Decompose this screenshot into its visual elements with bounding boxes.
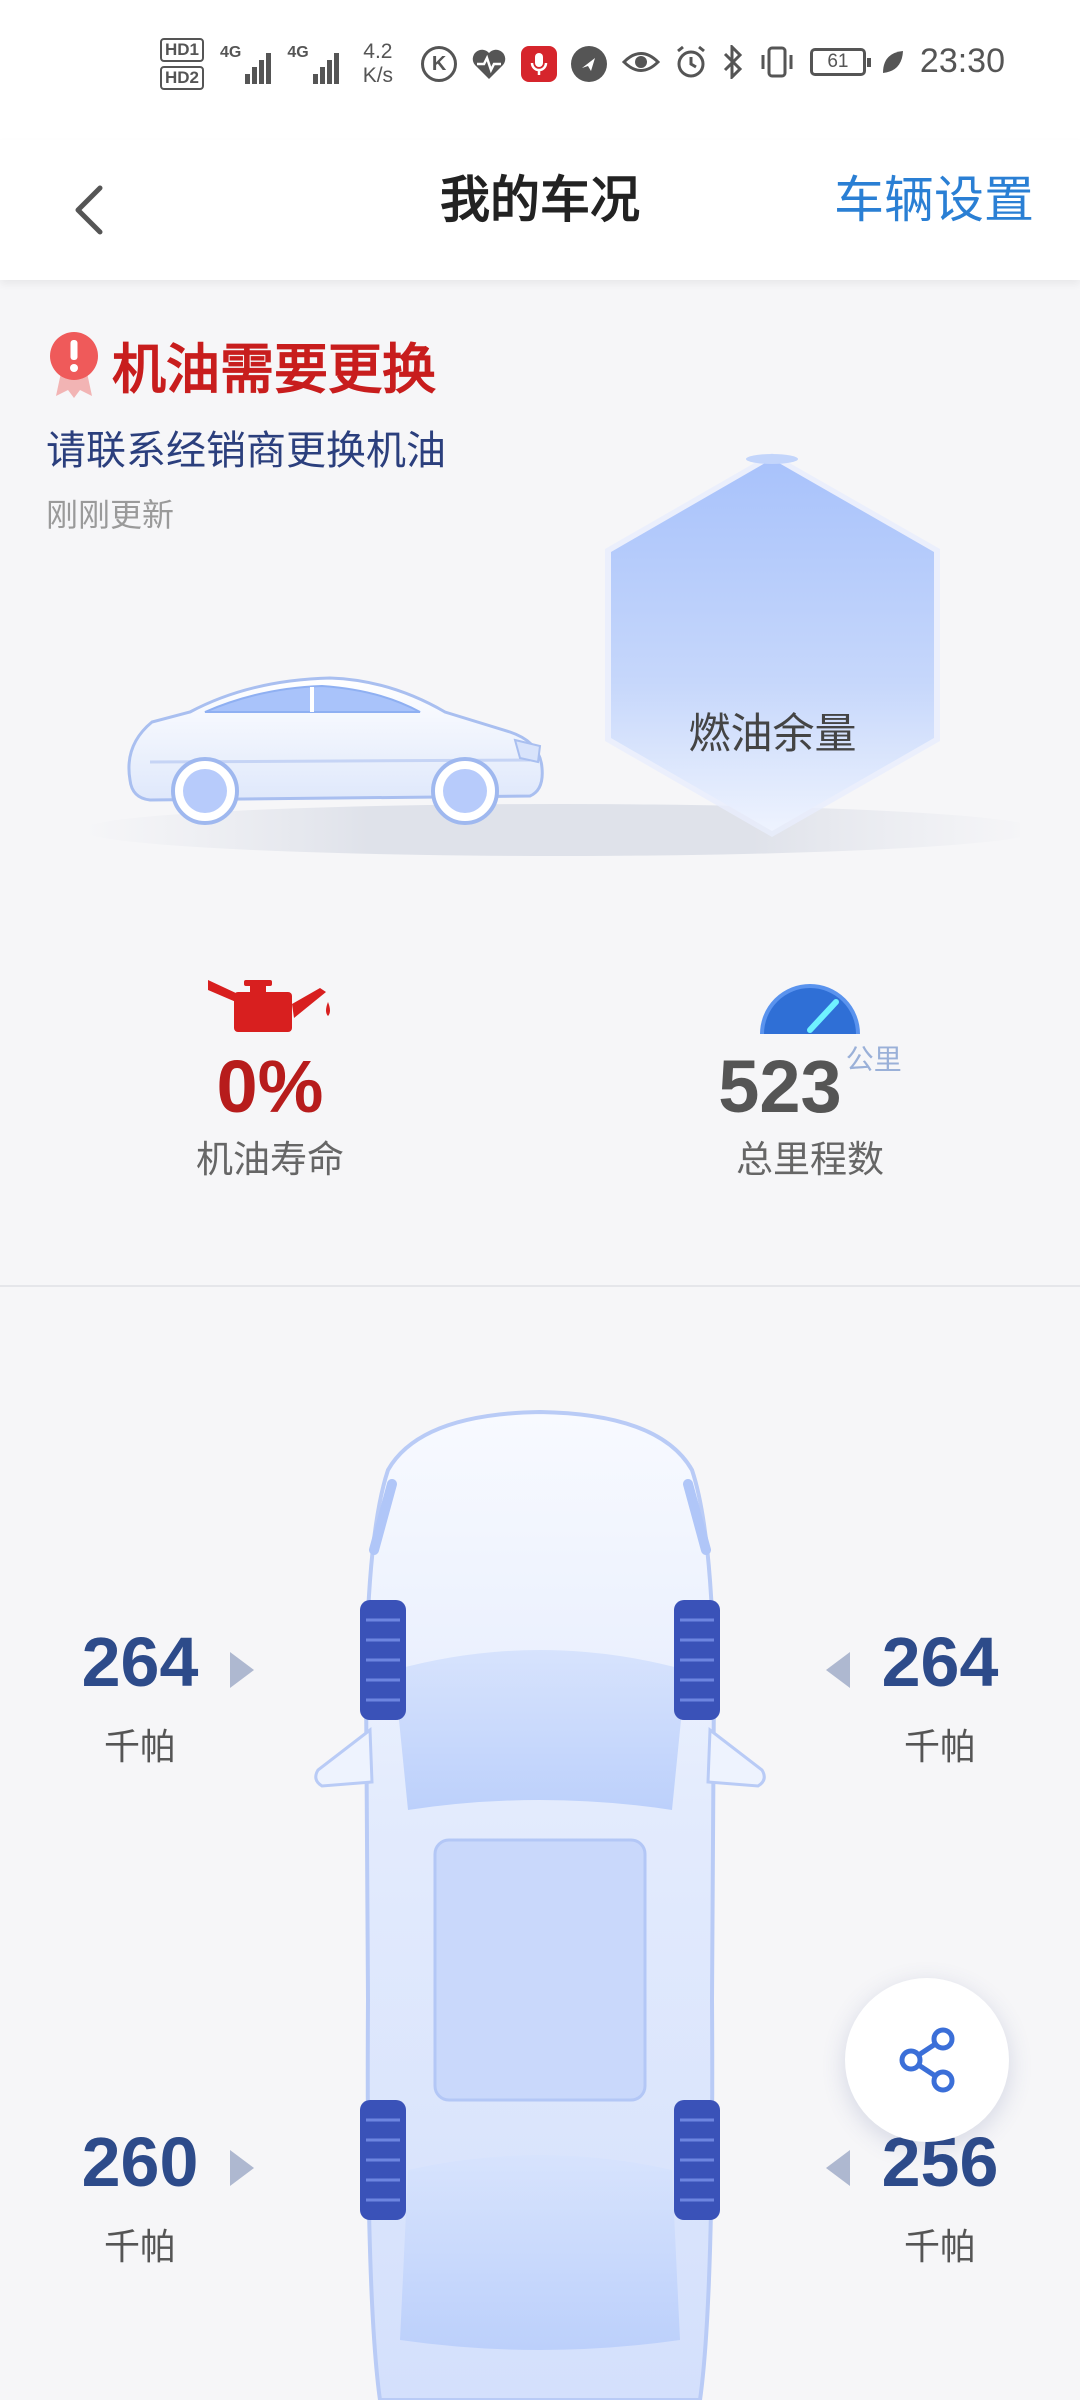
update-time: 刚刚更新 [46,496,175,534]
heart-pulse-icon [472,49,506,79]
pointer-right-icon [230,2150,254,2186]
alert-title: 机油需要更换 [112,338,436,401]
vibrate-icon [761,46,793,77]
arrow-app-icon [571,46,608,82]
odometer-label: 总里程数 [736,1138,884,1181]
tire-front-left-unit: 千帕 [103,1727,176,1768]
alarm-icon [676,45,705,77]
oil-can-icon [208,980,330,1032]
alert-badge-icon [50,331,98,398]
odometer-value: 523 [718,1045,842,1128]
status-bar: HD1 HD2 4G 4G 4.2 K/s K 61 23:30 [0,0,1080,140]
oil-life-stat: 0% 机油寿命 [70,970,470,1183]
signal-icon-1: 4G [220,44,272,84]
car-top-illustration [314,1409,766,2400]
tire-rear-left-value: 260 [81,2123,199,2201]
fuel-level-hexagon [605,453,940,837]
share-icon [899,2027,955,2093]
vehicle-settings-link[interactable]: 车辆设置 [834,170,1034,230]
tire-front-right-value: 264 [881,1623,999,1701]
status-left: HD1 HD2 4G 4G 4.2 K/s K [160,38,608,90]
network-speed: 4.2 K/s [362,40,394,87]
alert-header: 机油需要更换 [46,325,436,404]
section-divider [0,1285,1080,1287]
k-app-icon: K [421,46,458,82]
clock: 23:30 [919,42,1005,80]
tire-rear-left-unit: 千帕 [103,2227,176,2268]
odometer-stat: 523 公里 总里程数 [610,970,1010,1183]
tire-rear-right-unit: 千帕 [903,2227,976,2268]
status-right: 61 23:30 [621,42,1005,81]
tire-front-right-unit: 千帕 [903,1727,976,1768]
pointer-left-icon [826,1652,850,1688]
hd1-badge: HD1 [160,38,205,62]
speedometer-icon [760,984,860,1035]
battery-icon: 61 [809,47,871,76]
hd-indicators: HD1 HD2 [160,38,205,90]
oil-life-label: 机油寿命 [196,1138,344,1181]
notification-icons: K [421,46,608,82]
odometer-value-row: 523 公里 [610,1044,1010,1129]
tire-front-left-value: 264 [81,1623,199,1701]
oil-life-value: 0% [216,1045,324,1128]
hd2-badge: HD2 [160,66,205,90]
pointer-left-icon [826,2150,850,2186]
signal-icon-2: 4G [287,44,339,84]
fuel-label: 燃油余量 [688,709,857,758]
leaf-icon [882,50,903,73]
odometer-unit: 公里 [845,1044,902,1075]
share-button[interactable] [845,1978,1009,2142]
pointer-right-icon [230,1652,254,1688]
eye-icon [621,51,660,72]
app-header: 我的车况 车辆设置 [0,140,1080,280]
bluetooth-icon [723,44,743,79]
alert-subtitle: 请联系经销商更换机油 [46,428,446,474]
microphone-icon [521,46,558,82]
